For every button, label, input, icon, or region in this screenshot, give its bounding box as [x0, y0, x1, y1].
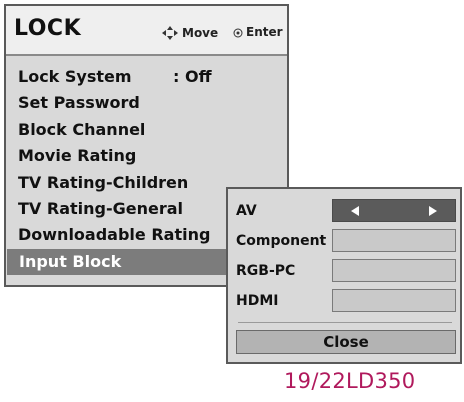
menu-item-movie-rating[interactable]: Movie Rating	[6, 143, 287, 169]
component-selector[interactable]	[332, 229, 456, 252]
input-label: Component	[236, 233, 327, 249]
enter-hint: Enter	[233, 25, 283, 39]
input-label: RGB-PC	[236, 263, 296, 279]
model-number-caption: 19/22LD350	[284, 369, 416, 393]
rgb-pc-selector[interactable]	[332, 259, 456, 282]
move-hint: Move	[161, 25, 218, 41]
input-row-rgb-pc: RGB-PC	[228, 259, 460, 283]
menu-item-label: Movie Rating	[18, 146, 137, 166]
menu-item-set-password[interactable]: Set Password	[6, 90, 287, 116]
menu-item-block-channel[interactable]: Block Channel	[6, 117, 287, 143]
left-arrow-icon[interactable]	[351, 206, 359, 216]
popup-divider	[238, 322, 452, 323]
input-row-component: Component	[228, 229, 460, 253]
av-selector[interactable]	[332, 199, 456, 222]
menu-item-label: TV Rating-General	[18, 198, 183, 218]
enter-circle-icon	[233, 27, 243, 38]
menu-item-lock-system[interactable]: Lock System : Off	[6, 64, 287, 90]
menu-item-label: Set Password	[18, 93, 140, 113]
screen: LOCK Move Enter Lock System: Off Set Pa…	[0, 0, 464, 402]
menu-item-label: Lock System	[18, 67, 132, 86]
right-arrow-icon[interactable]	[429, 206, 437, 216]
menu-item-label: TV Rating-Children	[18, 172, 189, 192]
menu-item-label: Block Channel	[18, 119, 146, 139]
input-row-av: AV	[228, 199, 460, 223]
input-label: AV	[236, 203, 257, 219]
input-row-hdmi: HDMI	[228, 289, 460, 313]
menu-item-label: Downloadable Rating	[18, 225, 211, 245]
hdmi-selector[interactable]	[332, 289, 456, 312]
input-label: HDMI	[236, 293, 279, 309]
lock-system-value: : Off	[173, 67, 212, 86]
close-button[interactable]: Close	[236, 330, 456, 354]
lock-menu-header: LOCK Move Enter	[6, 6, 287, 56]
move-hint-label: Move	[182, 26, 219, 40]
menu-title: LOCK	[14, 16, 82, 41]
menu-item-label: Input Block	[19, 251, 122, 271]
move-arrows-icon	[161, 25, 179, 41]
enter-hint-label: Enter	[246, 25, 283, 39]
input-block-popup: AV Component RGB-PC HDMI Close	[226, 187, 462, 364]
